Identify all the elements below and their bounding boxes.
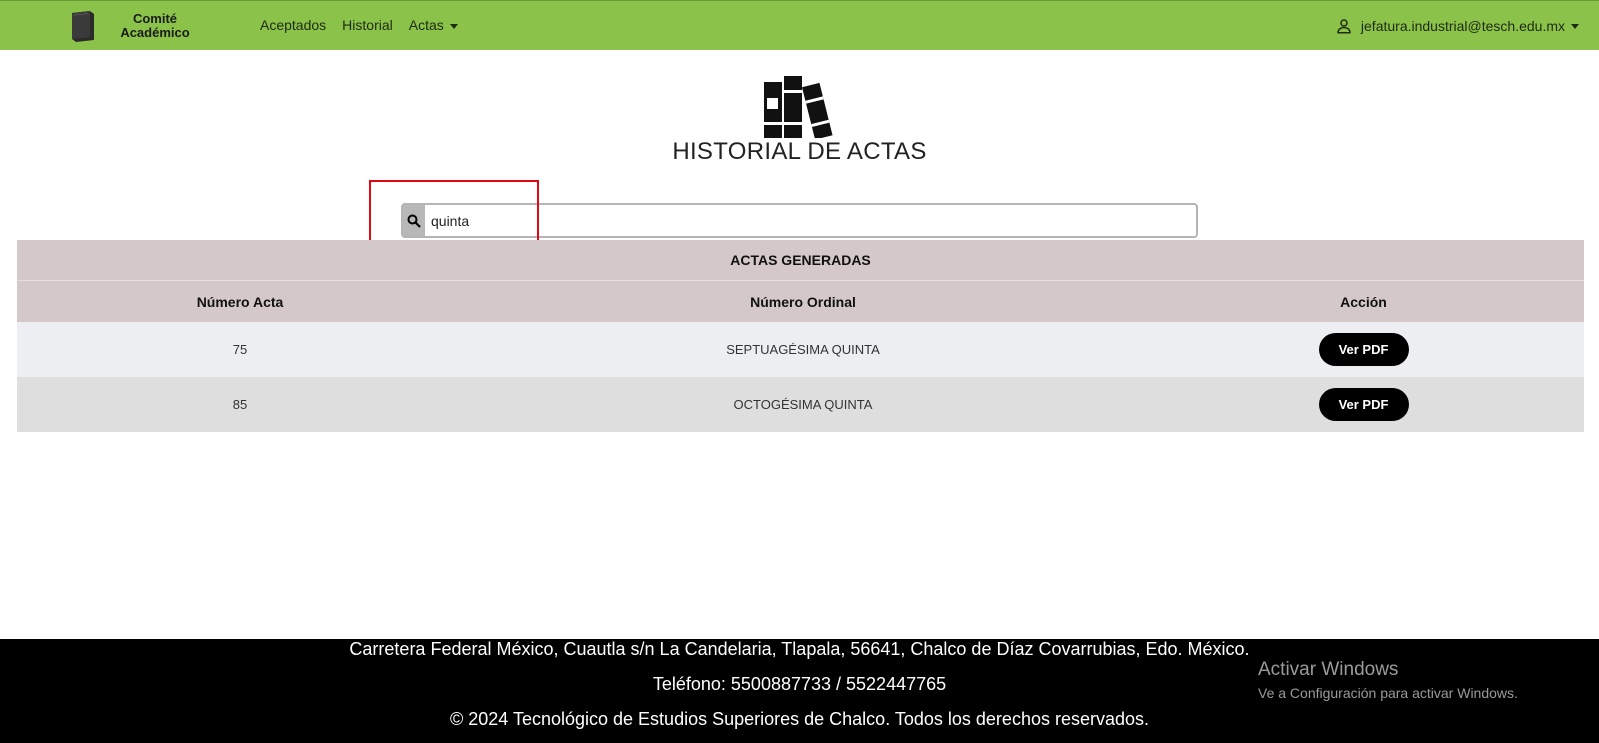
footer-copyright: © 2024 Tecnológico de Estudios Superiore… xyxy=(449,709,1150,729)
footer-address: Carretera Federal México, Cuautla s/n La… xyxy=(349,639,1250,659)
actas-table: ACTAS GENERADAS Número Acta Número Ordin… xyxy=(17,240,1584,432)
table-header: Número Acta Número Ordinal Acción xyxy=(17,281,1584,322)
user-icon xyxy=(1337,19,1351,34)
user-email: jefatura.industrial@tesch.edu.mx xyxy=(1360,18,1565,34)
book-icon xyxy=(72,11,94,42)
chevron-down-icon xyxy=(1571,23,1579,29)
cell-numero-ordinal: SEPTUAGÉSIMA QUINTA xyxy=(726,342,880,357)
nav-dropdown-actas-label: Actas xyxy=(408,17,444,33)
nav-link-historial[interactable]: Historial xyxy=(342,17,393,33)
ver-pdf-button[interactable]: Ver PDF xyxy=(1318,333,1409,366)
cell-numero-ordinal: OCTOGÉSIMA QUINTA xyxy=(733,397,873,412)
books-icon xyxy=(764,76,833,138)
ver-pdf-button[interactable]: Ver PDF xyxy=(1318,388,1409,421)
brand[interactable]: Comité Académico xyxy=(68,10,198,42)
cell-accion: Ver PDF xyxy=(1143,322,1584,377)
user-menu[interactable]: jefatura.industrial@tesch.edu.mx xyxy=(1335,17,1579,35)
cell-accion: Ver PDF xyxy=(1143,377,1584,432)
nav-dropdown-actas[interactable]: Actas xyxy=(409,17,458,33)
page-title: HISTORIAL DE ACTAS xyxy=(672,138,927,165)
footer: Carretera Federal México, Cuautla s/n La… xyxy=(0,639,1599,743)
cell-numero-acta: 75 xyxy=(232,342,248,357)
column-header-numero-acta: Número Acta xyxy=(196,293,284,310)
watermark-subtitle: Ve a Configuración para activar Windows. xyxy=(1258,685,1518,701)
column-header-numero-ordinal: Número Ordinal xyxy=(750,293,856,310)
windows-activation-watermark: Activar Windows Ve a Configuración para … xyxy=(1258,659,1518,701)
brand-name: Comité Académico xyxy=(120,11,190,40)
watermark-title: Activar Windows xyxy=(1258,659,1399,680)
nav-link-aceptados[interactable]: Aceptados xyxy=(260,17,326,33)
top-navbar: Comité Académico Aceptados Historial Act… xyxy=(0,0,1599,50)
nav-links: Aceptados Historial Actas xyxy=(260,17,458,33)
table-caption: ACTAS GENERADAS xyxy=(17,240,1584,281)
search-input[interactable] xyxy=(431,212,1171,229)
table-row: 85 OCTOGÉSIMA QUINTA Ver PDF xyxy=(17,377,1584,432)
column-header-accion: Acción xyxy=(1340,293,1387,310)
table-row: 75 SEPTUAGÉSIMA QUINTA Ver PDF xyxy=(17,322,1584,377)
chevron-down-icon xyxy=(449,23,458,29)
cell-numero-acta: 85 xyxy=(232,397,248,412)
